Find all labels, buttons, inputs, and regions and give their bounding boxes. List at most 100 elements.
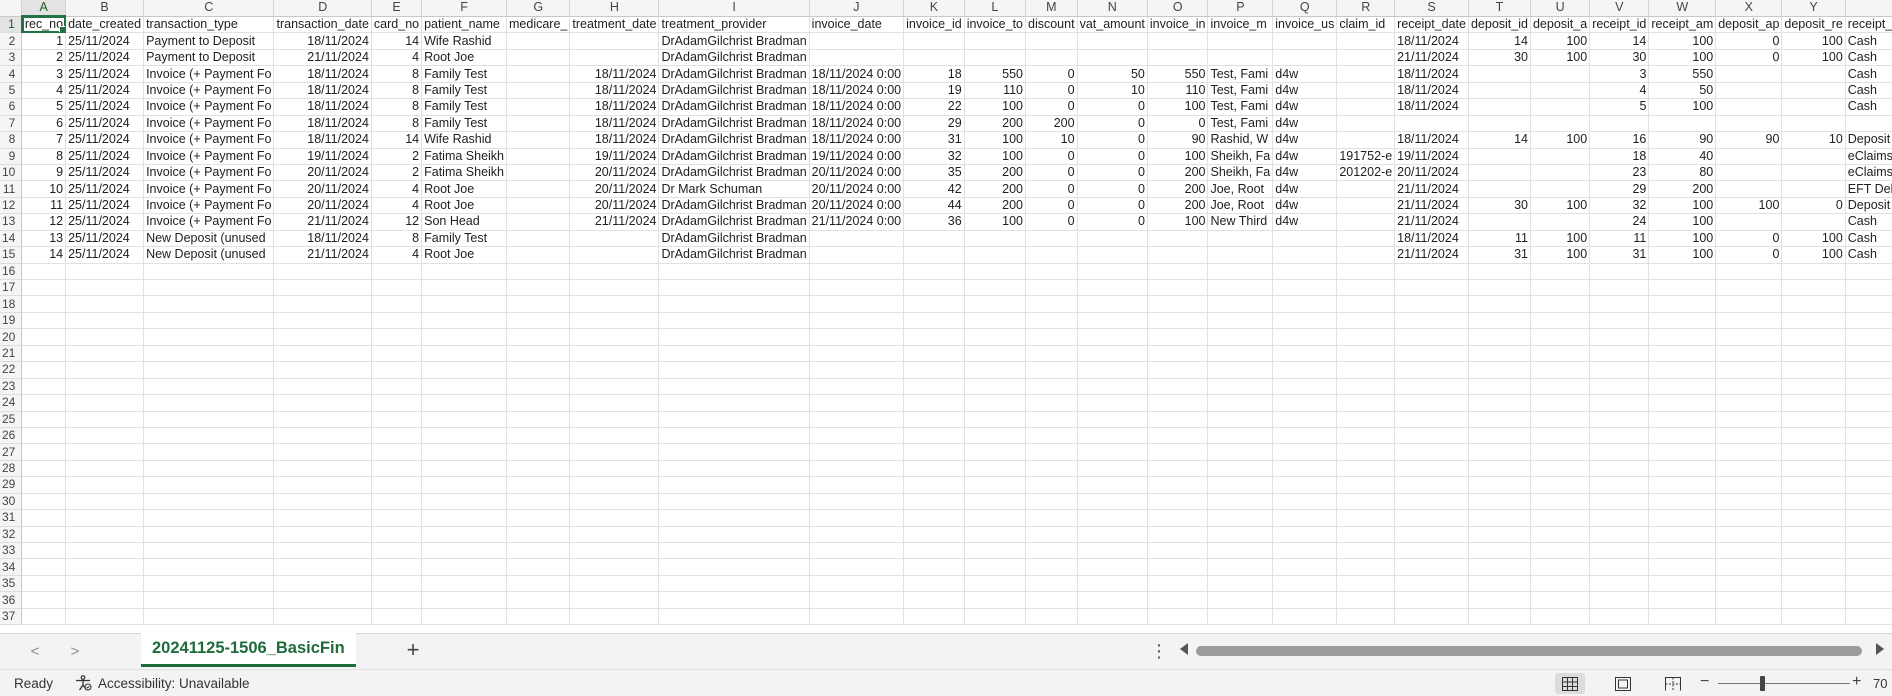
row-header[interactable]: 10 [0, 164, 23, 182]
scroll-right-arrow-icon[interactable] [1876, 643, 1884, 655]
data-cell[interactable]: 100 [1147, 213, 1209, 231]
data-cell[interactable] [809, 32, 905, 50]
empty-cell[interactable] [506, 345, 571, 363]
data-cell[interactable] [1336, 197, 1396, 215]
empty-cell[interactable] [1781, 312, 1846, 330]
empty-cell[interactable] [569, 312, 660, 330]
empty-cell[interactable] [1648, 493, 1717, 511]
empty-cell[interactable] [1715, 493, 1783, 511]
empty-cell[interactable] [65, 263, 145, 281]
empty-cell[interactable] [964, 361, 1027, 379]
column-header[interactable]: L [964, 0, 1027, 17]
empty-cell[interactable] [1272, 378, 1338, 396]
empty-cell[interactable] [21, 526, 67, 544]
data-cell[interactable] [1468, 82, 1531, 100]
empty-cell[interactable] [1025, 591, 1078, 609]
empty-cell[interactable] [371, 263, 423, 281]
empty-cell[interactable] [1025, 328, 1078, 346]
data-cell[interactable]: 18/11/2024 [273, 115, 372, 133]
data-cell[interactable] [964, 49, 1027, 67]
data-cell[interactable]: DrAdamGilchrist Bradman [658, 131, 810, 149]
data-cell[interactable] [1781, 148, 1846, 165]
empty-cell[interactable] [903, 312, 965, 330]
data-cell[interactable]: Cash [1845, 98, 1892, 116]
empty-cell[interactable] [1589, 361, 1650, 379]
data-cell[interactable] [903, 32, 965, 50]
data-cell[interactable]: Invoice (+ Payment Fo [143, 98, 275, 116]
empty-cell[interactable] [658, 591, 810, 609]
empty-cell[interactable] [1394, 411, 1469, 428]
row-header[interactable]: 24 [0, 394, 23, 412]
empty-cell[interactable] [658, 312, 810, 330]
empty-cell[interactable] [65, 361, 145, 379]
empty-cell[interactable] [421, 328, 508, 346]
empty-cell[interactable] [1147, 361, 1209, 379]
data-cell[interactable]: Cash [1845, 230, 1892, 248]
data-cell[interactable] [1207, 230, 1274, 248]
empty-cell[interactable] [1781, 476, 1846, 494]
data-cell[interactable]: 7 [21, 131, 67, 149]
empty-cell[interactable] [569, 328, 660, 346]
empty-cell[interactable] [1845, 312, 1892, 330]
empty-cell[interactable] [143, 279, 275, 297]
data-cell[interactable]: 14 [371, 131, 423, 149]
data-cell[interactable]: 0 [1077, 213, 1148, 231]
empty-cell[interactable] [1648, 361, 1717, 379]
empty-cell[interactable] [658, 394, 810, 412]
data-cell[interactable]: 100 [964, 213, 1027, 231]
data-cell[interactable]: 100 [1781, 246, 1846, 264]
empty-cell[interactable] [1336, 509, 1396, 527]
empty-cell[interactable] [1147, 443, 1209, 461]
empty-cell[interactable] [506, 476, 571, 494]
empty-cell[interactable] [1589, 411, 1650, 428]
data-cell[interactable]: Invoice (+ Payment Fo [143, 131, 275, 149]
empty-cell[interactable] [1530, 361, 1591, 379]
empty-cell[interactable] [21, 279, 67, 297]
data-cell[interactable]: Invoice (+ Payment Fo [143, 197, 275, 215]
column-header[interactable]: E [371, 0, 423, 17]
empty-cell[interactable] [1207, 295, 1274, 313]
data-cell[interactable]: New Deposit (unused [143, 230, 275, 248]
data-cell[interactable]: 30 [1468, 197, 1531, 215]
empty-cell[interactable] [21, 591, 67, 609]
empty-cell[interactable] [1589, 460, 1650, 478]
data-cell[interactable] [1077, 230, 1148, 248]
row-header[interactable]: 26 [0, 427, 23, 445]
header-cell[interactable]: card_no [371, 16, 423, 34]
column-header[interactable]: P [1207, 0, 1274, 17]
empty-cell[interactable] [569, 591, 660, 609]
empty-cell[interactable] [143, 476, 275, 494]
empty-cell[interactable] [1207, 328, 1274, 346]
empty-cell[interactable] [273, 361, 372, 379]
empty-cell[interactable] [1336, 443, 1396, 461]
empty-cell[interactable] [1781, 394, 1846, 412]
data-cell[interactable]: 110 [1147, 82, 1209, 100]
empty-cell[interactable] [421, 345, 508, 363]
empty-cell[interactable] [1394, 509, 1469, 527]
empty-cell[interactable] [1207, 460, 1274, 478]
empty-cell[interactable] [1468, 575, 1531, 593]
data-cell[interactable]: 0 [1715, 230, 1783, 248]
empty-cell[interactable] [964, 526, 1027, 544]
empty-cell[interactable] [964, 443, 1027, 461]
data-cell[interactable]: Cash [1845, 65, 1892, 83]
add-sheet-button[interactable]: + [402, 639, 424, 662]
empty-cell[interactable] [421, 493, 508, 511]
empty-cell[interactable] [273, 476, 372, 494]
empty-cell[interactable] [1272, 591, 1338, 609]
empty-cell[interactable] [1336, 279, 1396, 297]
empty-cell[interactable] [1207, 476, 1274, 494]
empty-cell[interactable] [1025, 476, 1078, 494]
empty-cell[interactable] [1589, 591, 1650, 609]
column-header[interactable]: G [506, 0, 571, 17]
data-cell[interactable]: 18/11/2024 [1394, 82, 1469, 100]
empty-cell[interactable] [506, 558, 571, 576]
empty-cell[interactable] [1025, 361, 1078, 379]
header-cell[interactable]: vat_amount [1077, 16, 1148, 34]
empty-cell[interactable] [1648, 263, 1717, 281]
empty-cell[interactable] [1781, 542, 1846, 560]
empty-cell[interactable] [1077, 608, 1148, 626]
empty-cell[interactable] [1147, 312, 1209, 330]
empty-cell[interactable] [1589, 509, 1650, 527]
empty-cell[interactable] [1272, 328, 1338, 346]
